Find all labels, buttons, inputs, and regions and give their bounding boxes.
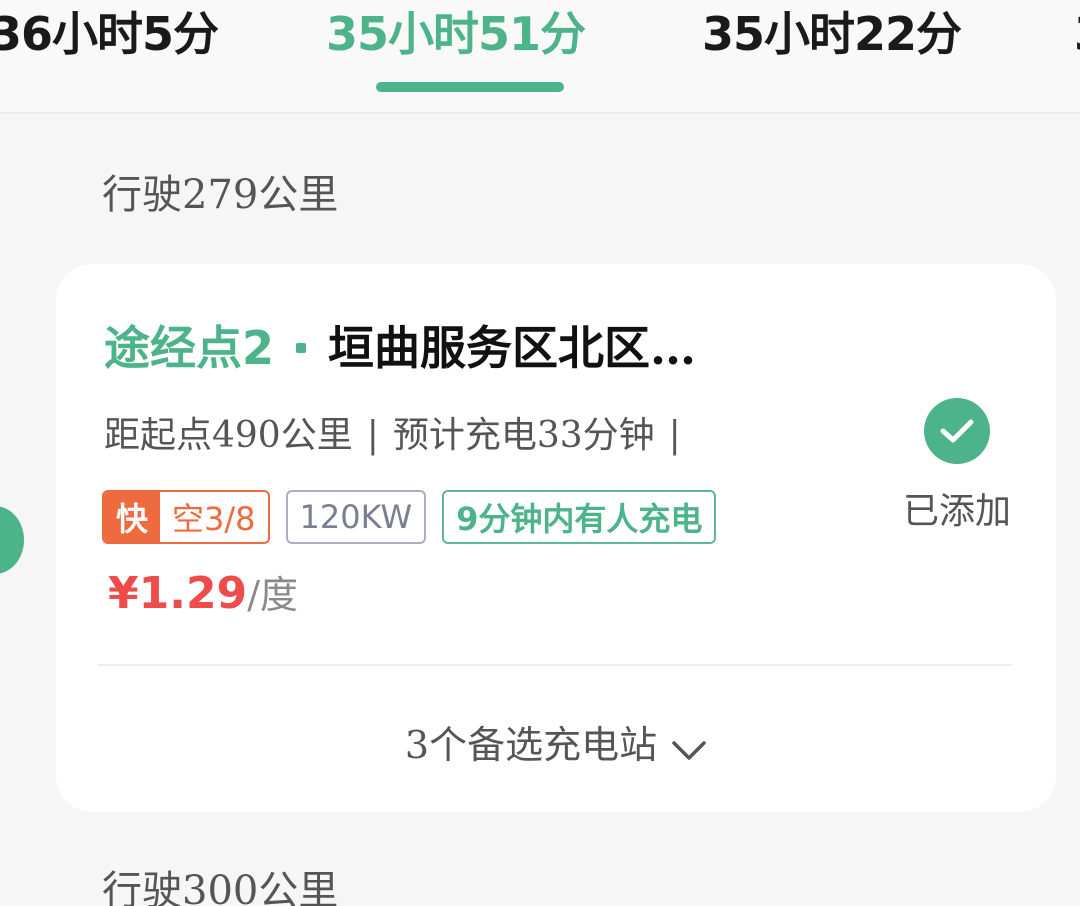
price-value: ¥1.29 [108,568,248,619]
station-meta: 距起点490公里 | 预计充电33分钟 | [104,406,695,458]
tab-route-1[interactable]: 36小时5分 [0,2,219,66]
segment-distance-label: 行驶279公里 [102,172,339,218]
meta-separator: | [668,415,681,456]
fast-charger-key: 快 [104,492,161,542]
segment-distance-label-2: 行驶300公里 [102,868,339,906]
charging-route-page: 36小时5分 35小时51分 35小时22分 3 行驶279公里 途经点2 垣曲服… [0,0,1080,906]
power-tag: 120KW [285,490,427,544]
card-divider [98,664,1012,666]
route-option-tabs: 36小时5分 35小时51分 35小时22分 3 [0,0,1080,114]
distance-from-start: 距起点490公里 [104,415,353,456]
chevron-down-icon [671,727,707,771]
tab-route-3[interactable]: 35小时22分 [702,2,962,66]
tab-route-4[interactable]: 3 [1074,2,1080,66]
check-icon [924,398,990,464]
fast-charger-tag: 快 空3/8 [102,490,270,544]
price-unit: /度 [247,573,298,617]
waypoint-marker [0,506,24,574]
added-label: 已添加 [902,491,1011,532]
fast-charger-availability: 空3/8 [172,500,256,538]
station-tags: 快 空3/8 120KW 9分钟内有人充电 [102,490,717,544]
title-dot [296,342,307,353]
tab-route-2[interactable]: 35小时51分 [326,2,586,66]
alternative-stations-toggle[interactable]: 3个备选充电站 [56,714,1056,771]
meta-separator: | [366,415,379,456]
station-name: 垣曲服务区北区… [328,321,697,375]
price-row: ¥1.29/度 [108,564,298,624]
waypoint-label: 途经点2 [104,321,275,375]
active-tab-indicator [376,82,564,92]
waypoint-title[interactable]: 途经点2 垣曲服务区北区… [104,316,696,380]
alternative-stations-label: 3个备选充电站 [404,723,658,767]
waypoint-card: 途经点2 垣曲服务区北区… 距起点490公里 | 预计充电33分钟 | 快 空3/8 1… [56,264,1056,812]
busy-tag: 9分钟内有人充电 [442,490,717,544]
added-button[interactable]: 已添加 [892,398,1022,534]
estimated-charge-time: 预计充电33分钟 [392,415,655,456]
